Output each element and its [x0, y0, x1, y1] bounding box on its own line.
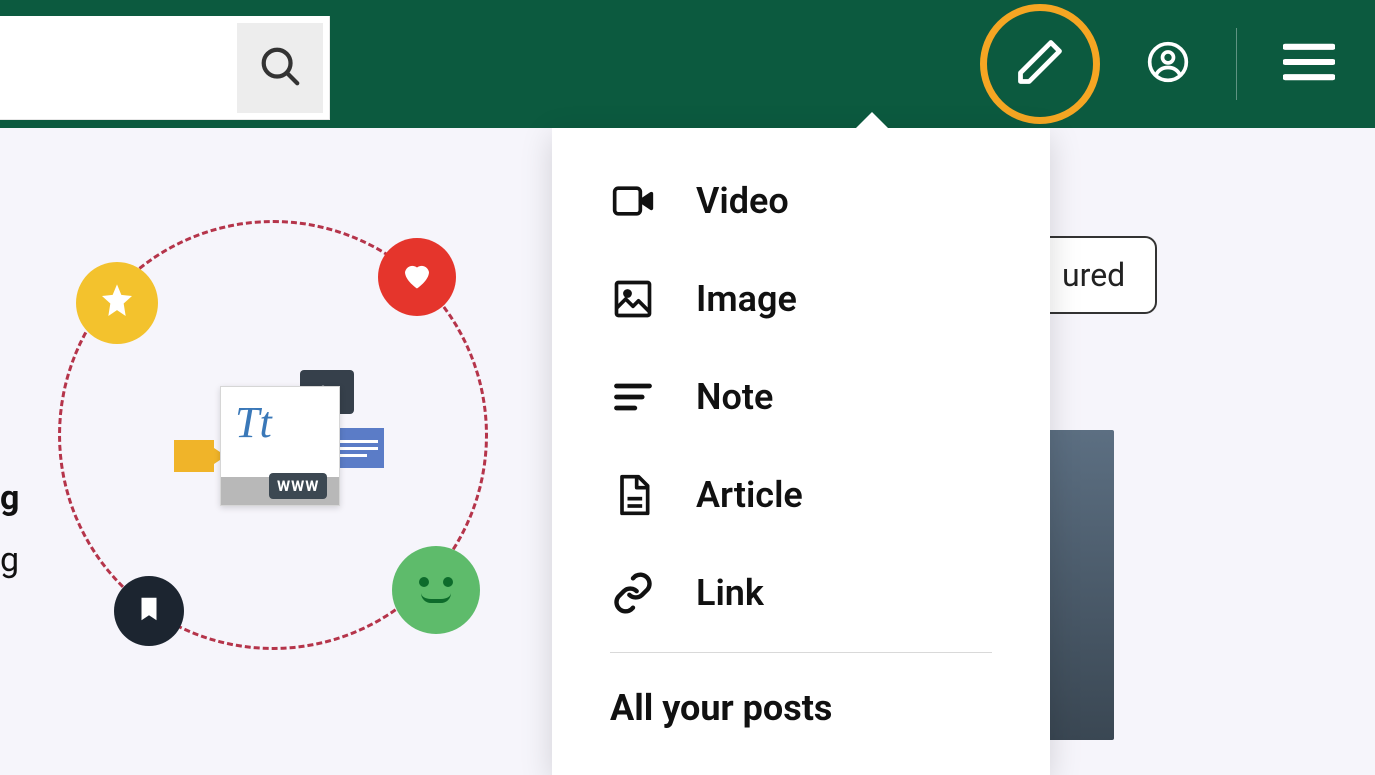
content-card-image[interactable]	[1044, 430, 1114, 740]
mini-document-icon	[334, 428, 384, 468]
video-icon	[610, 178, 656, 224]
compose-option-link[interactable]: Link	[552, 544, 1050, 642]
www-badge: WWW	[269, 473, 327, 499]
bookmark-badge	[114, 576, 184, 646]
topbar-divider	[1236, 28, 1237, 100]
compose-option-label: Link	[696, 572, 764, 614]
star-icon	[97, 281, 137, 325]
heart-badge	[378, 238, 456, 316]
compose-option-label: Article	[696, 474, 803, 516]
image-icon	[610, 276, 656, 322]
all-posts-link[interactable]: All your posts	[552, 657, 1050, 729]
smiley-face-icon	[419, 577, 453, 603]
search-container	[0, 16, 330, 120]
hamburger-icon	[1283, 67, 1335, 86]
search-icon	[257, 43, 303, 93]
center-card: Tt WWW	[220, 386, 340, 506]
link-icon	[610, 570, 656, 616]
compose-option-label: Note	[696, 376, 773, 418]
profile-button[interactable]	[1146, 40, 1190, 88]
compose-option-video[interactable]: Video	[552, 152, 1050, 250]
compose-option-label: Video	[696, 180, 789, 222]
dropdown-divider	[610, 652, 992, 653]
search-button[interactable]	[237, 23, 323, 113]
compose-option-article[interactable]: Article	[552, 446, 1050, 544]
dropdown-arrow	[850, 112, 894, 134]
heading-fragment: g	[0, 478, 19, 518]
compose-dropdown: Video Image Note	[552, 128, 1050, 775]
note-icon	[610, 374, 656, 420]
smiley-badge	[392, 546, 480, 634]
compose-option-note[interactable]: Note	[552, 348, 1050, 446]
hamburger-menu-button[interactable]	[1283, 42, 1335, 86]
compose-option-image[interactable]: Image	[552, 250, 1050, 348]
article-icon	[610, 472, 656, 518]
heart-icon	[399, 257, 435, 297]
text-fragment: g	[0, 540, 19, 580]
bookmark-icon	[134, 594, 164, 628]
compose-button[interactable]	[980, 4, 1100, 124]
pencil-icon	[1014, 36, 1066, 92]
mini-camera-icon	[174, 440, 214, 472]
text-type-label: Tt	[235, 397, 272, 448]
top-navbar	[0, 0, 1375, 128]
hero-illustration: Tt WWW	[0, 190, 552, 730]
star-badge	[76, 262, 158, 344]
compose-option-label: Image	[696, 278, 797, 320]
topbar-actions	[980, 0, 1335, 128]
user-circle-icon	[1146, 69, 1190, 88]
